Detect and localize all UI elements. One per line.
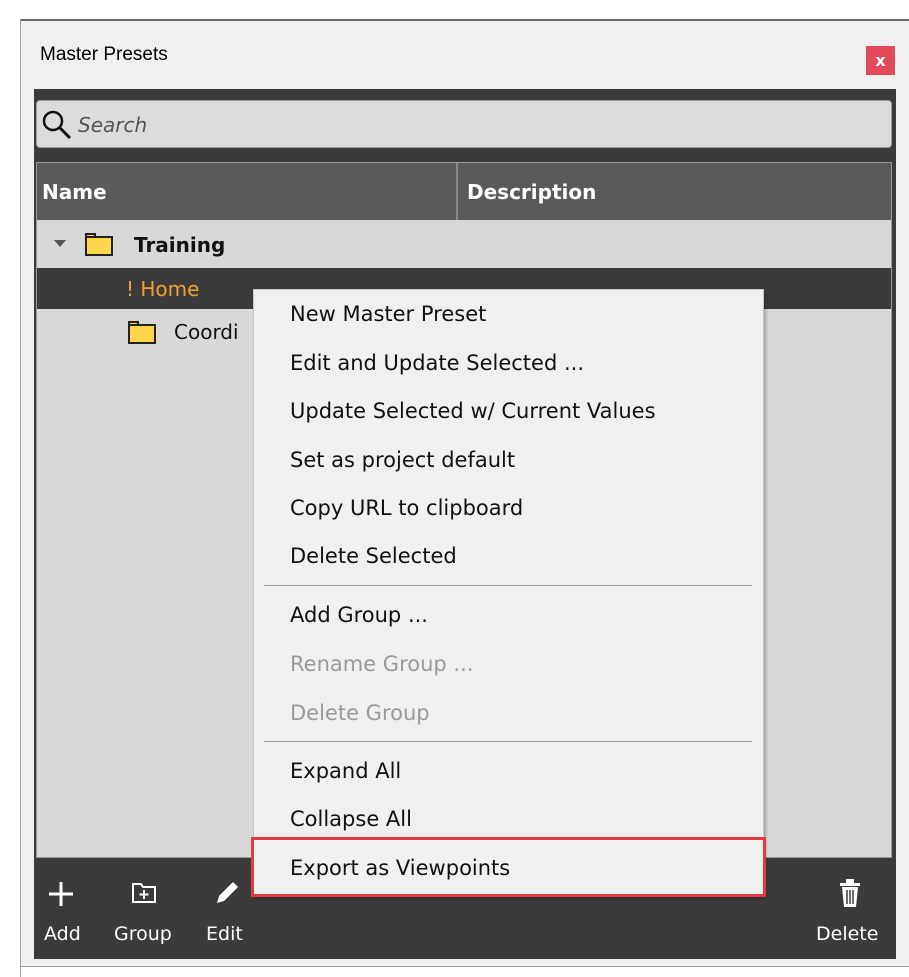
menu-item-update-selected[interactable]: Update Selected w/ Current Values — [290, 399, 656, 423]
column-header-description[interactable]: Description — [458, 163, 891, 220]
close-button[interactable]: x — [866, 46, 895, 75]
search-input[interactable] — [36, 100, 892, 148]
plus-icon[interactable] — [46, 879, 76, 909]
search-placeholder: Search — [78, 113, 148, 137]
edit-button[interactable]: Edit — [206, 923, 243, 945]
menu-item-copy-url[interactable]: Copy URL to clipboard — [290, 496, 523, 520]
group-button[interactable]: Group — [114, 923, 172, 945]
delete-button[interactable]: Delete — [816, 923, 878, 945]
menu-item-new-master-preset[interactable]: New Master Preset — [290, 302, 486, 326]
folder-add-icon[interactable] — [131, 880, 157, 904]
tree-row-label: Training — [134, 233, 226, 257]
menu-item-expand-all[interactable]: Expand All — [290, 759, 401, 783]
menu-item-add-group[interactable]: Add Group ... — [290, 603, 428, 627]
add-button[interactable]: Add — [44, 923, 81, 945]
menu-item-delete-group: Delete Group — [290, 701, 430, 725]
menu-item-delete-selected[interactable]: Delete Selected — [290, 544, 457, 568]
trash-icon[interactable] — [838, 878, 862, 908]
context-menu — [253, 289, 764, 897]
pencil-icon[interactable] — [213, 879, 241, 907]
panel-title: Master Presets — [40, 44, 168, 65]
menu-item-set-project-default[interactable]: Set as project default — [290, 448, 515, 472]
menu-separator — [264, 585, 752, 586]
menu-separator — [264, 741, 752, 742]
expand-arrow-icon[interactable] — [54, 240, 66, 247]
menu-item-rename-group: Rename Group ... — [290, 652, 474, 676]
menu-item-edit-and-update-selected[interactable]: Edit and Update Selected ... — [290, 351, 584, 375]
tree-row-label: ! Home — [126, 277, 200, 301]
highlight-box — [251, 837, 766, 897]
search-icon — [42, 110, 72, 140]
folder-icon — [85, 236, 113, 256]
frame-bottom-border — [20, 966, 909, 967]
folder-icon — [128, 324, 156, 344]
column-header-name[interactable]: Name — [37, 163, 456, 220]
menu-item-collapse-all[interactable]: Collapse All — [290, 807, 412, 831]
tree-row-label: Coordi — [174, 320, 239, 344]
